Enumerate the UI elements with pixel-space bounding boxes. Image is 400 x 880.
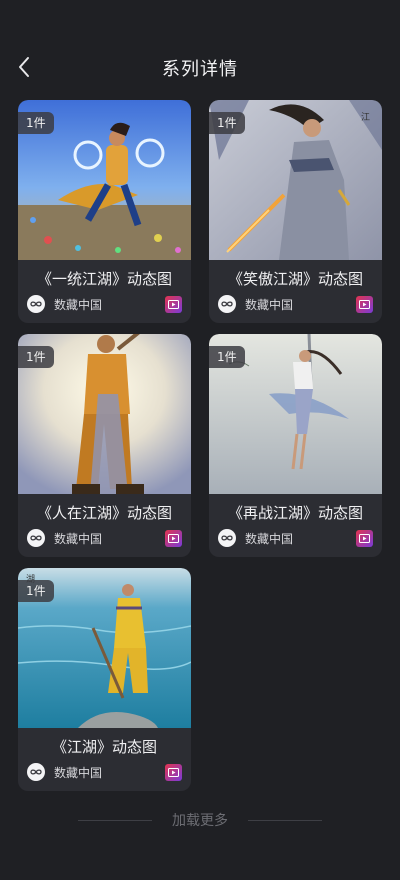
publisher-avatar [27, 295, 45, 313]
item-count-badge: 1件 [18, 580, 54, 602]
card-footer: 数藏中国 [218, 528, 373, 548]
publisher-avatar [218, 529, 236, 547]
series-card[interactable]: 湖 1件 《江湖》动态图 数藏中国 [18, 568, 191, 791]
page-title: 系列详情 [162, 59, 238, 80]
publisher-name: 数藏中国 [245, 531, 294, 546]
infinity-icon [30, 769, 42, 775]
artwork-thumbnail: 湖 1件 [18, 568, 191, 728]
card-title: 《笑傲江湖》动态图 [227, 270, 363, 288]
load-more-row: 加载更多 [0, 808, 400, 832]
publisher-avatar [218, 295, 236, 313]
video-icon [165, 763, 182, 781]
card-footer: 数藏中国 [218, 294, 373, 314]
item-count-badge: 1件 [209, 346, 245, 368]
divider-right [248, 819, 322, 821]
artwork-thumbnail: 1件 [18, 334, 191, 494]
series-card[interactable]: 1件 《人在江湖》动态图 数藏中国 [18, 334, 191, 557]
series-card[interactable]: 1件 《一统江湖》动态图 数藏中国 [18, 100, 191, 323]
load-more-button[interactable]: 加载更多 [172, 810, 228, 830]
svg-text:江: 江 [361, 112, 370, 123]
artwork-thumbnail: 1件 [18, 100, 191, 260]
card-title: 《再战江湖》动态图 [227, 504, 363, 522]
series-card[interactable]: 江 1件 《笑傲江湖》动态图 数藏中国 [209, 100, 382, 323]
card-footer: 数藏中国 [27, 762, 182, 782]
publisher-avatar [27, 763, 45, 781]
card-title: 《人在江湖》动态图 [36, 504, 172, 522]
infinity-icon [30, 535, 42, 541]
item-count-badge: 1件 [209, 112, 245, 134]
publisher-name: 数藏中国 [245, 297, 294, 312]
card-footer: 数藏中国 [27, 528, 182, 548]
publisher-avatar [27, 529, 45, 547]
video-icon [165, 295, 182, 313]
card-title: 《江湖》动态图 [51, 738, 157, 756]
artwork-thumbnail: 1件 [209, 334, 382, 494]
card-footer: 数藏中国 [27, 294, 182, 314]
artwork-thumbnail: 江 1件 [209, 100, 382, 260]
item-count-badge: 1件 [18, 112, 54, 134]
series-grid: 1件 《一统江湖》动态图 数藏中国 江 1件 《笑傲江湖》动态图 数藏中国 1件… [18, 100, 382, 791]
series-card[interactable]: 1件 《再战江湖》动态图 数藏中国 [209, 334, 382, 557]
publisher-name: 数藏中国 [54, 531, 103, 546]
publisher-name: 数藏中国 [54, 765, 103, 780]
infinity-icon [30, 301, 42, 307]
publisher-name: 数藏中国 [54, 297, 103, 312]
header-bar: 系列详情 [0, 0, 400, 100]
item-count-badge: 1件 [18, 346, 54, 368]
video-icon [165, 529, 182, 547]
card-title: 《一统江湖》动态图 [36, 270, 172, 288]
video-icon [356, 295, 373, 313]
divider-left [78, 819, 152, 821]
infinity-icon [221, 301, 233, 307]
video-icon [356, 529, 373, 547]
infinity-icon [221, 535, 233, 541]
